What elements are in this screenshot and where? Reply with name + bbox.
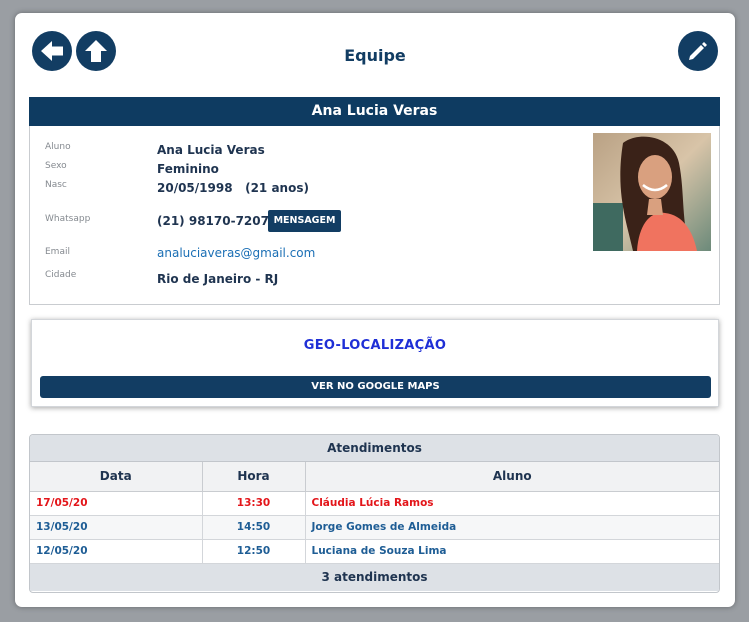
sexo-value: Feminino (157, 162, 219, 176)
profile-name-band: Ana Lucia Veras (29, 97, 720, 126)
nasc-label: Nasc (45, 180, 67, 190)
cell-aluno: Jorge Gomes de Almeida (305, 515, 719, 540)
cell-hora: 13:30 (202, 491, 306, 516)
profile-photo (593, 133, 711, 251)
appointments-table: Data Hora Aluno 17/05/20 13:30 Cláudia L… (30, 462, 719, 564)
cell-aluno: Cláudia Lúcia Ramos (305, 491, 719, 516)
pencil-icon (689, 42, 707, 60)
appointments-title: Atendimentos (30, 435, 719, 462)
cell-data: 13/05/20 (30, 515, 203, 540)
sexo-label: Sexo (45, 161, 67, 171)
profile-details: Aluno Ana Lucia Veras Sexo Feminino Nasc… (29, 126, 720, 305)
whatsapp-value: (21) 98170-7207 (157, 214, 269, 228)
cidade-label: Cidade (45, 270, 77, 280)
table-row[interactable]: 12/05/20 12:50 Luciana de Souza Lima (30, 539, 719, 564)
message-button[interactable]: MENSAGEM (268, 210, 341, 232)
cell-data: 17/05/20 (30, 491, 203, 516)
column-header-hora[interactable]: Hora (202, 462, 306, 492)
nasc-value: 20/05/1998 (21 anos) (157, 181, 309, 195)
geo-section: GEO-LOCALIZAÇÃO VER NO GOOGLE MAPS (31, 319, 719, 407)
edit-button[interactable] (678, 31, 718, 71)
cell-hora: 12:50 (202, 539, 306, 564)
aluno-label: Aluno (45, 142, 71, 152)
table-row[interactable]: 13/05/20 14:50 Jorge Gomes de Almeida (30, 515, 719, 540)
cidade-value: Rio de Janeiro - RJ (157, 272, 279, 286)
cell-data: 12/05/20 (30, 539, 203, 564)
email-label: Email (45, 247, 70, 257)
geo-title: GEO-LOCALIZAÇÃO (303, 338, 447, 353)
main-card: Equipe Ana Lucia Veras Aluno Ana Lucia V… (15, 13, 735, 607)
whatsapp-label: Whatsapp (45, 214, 91, 224)
cell-hora: 14:50 (202, 515, 306, 540)
column-header-data[interactable]: Data (30, 462, 203, 492)
page-title: Equipe (344, 46, 406, 65)
appointments-panel: Atendimentos Data Hora Aluno 17/05/20 13… (29, 434, 720, 593)
appointments-count: 3 atendimentos (30, 563, 719, 591)
cell-aluno: Luciana de Souza Lima (305, 539, 719, 564)
column-header-aluno[interactable]: Aluno (305, 462, 719, 492)
email-link[interactable]: analuciaveras@gmail.com (157, 246, 315, 260)
google-maps-button[interactable]: VER NO GOOGLE MAPS (40, 376, 711, 398)
table-row[interactable]: 17/05/20 13:30 Cláudia Lúcia Ramos (30, 491, 719, 516)
aluno-value: Ana Lucia Veras (157, 143, 265, 157)
